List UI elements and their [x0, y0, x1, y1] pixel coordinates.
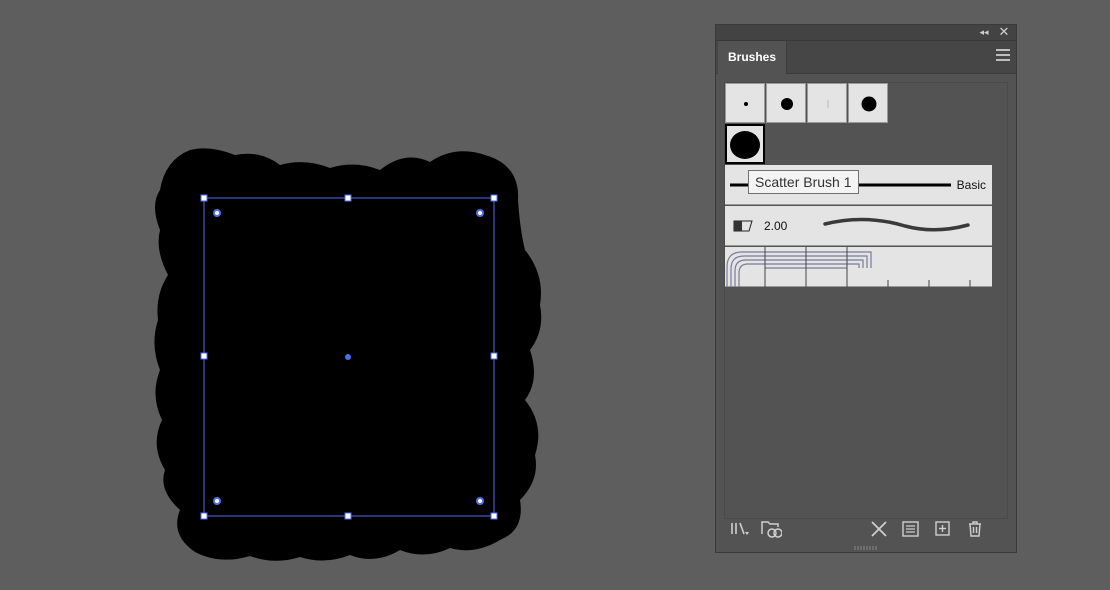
collapse-panel-icon[interactable]: ◂◂ — [976, 25, 992, 41]
art-brush-size: 2.00 — [764, 219, 788, 233]
corner-widget-bottom-left[interactable] — [213, 497, 221, 505]
creative-cloud-libraries-icon[interactable] — [760, 518, 782, 540]
brush-swatch-4[interactable] — [848, 83, 888, 123]
brush-row-pattern[interactable] — [725, 247, 992, 287]
tab-brushes[interactable]: Brushes — [718, 41, 787, 74]
scatter-brush-swatch[interactable] — [725, 124, 765, 164]
panel-footer — [716, 518, 1016, 552]
handle-bottom-center[interactable] — [344, 512, 352, 520]
handle-middle-left[interactable] — [200, 352, 208, 360]
close-panel-icon[interactable]: ✕ — [996, 25, 1012, 41]
brush-tip-dot-large — [861, 96, 877, 112]
handle-bottom-right[interactable] — [490, 512, 498, 520]
corner-widget-top-right[interactable] — [476, 209, 484, 217]
panel-menu-icon[interactable] — [996, 49, 1010, 63]
brush-swatch-2[interactable] — [766, 83, 806, 123]
pattern-brush-preview — [726, 251, 872, 287]
brush-list: Basic 2.00 — [724, 82, 1008, 519]
corner-widget-top-left[interactable] — [213, 209, 221, 217]
handle-bottom-left[interactable] — [200, 512, 208, 520]
brush-options-icon[interactable] — [900, 518, 922, 540]
corner-widget-bottom-right[interactable] — [476, 497, 484, 505]
art-stroke-preview — [823, 217, 970, 232]
brush-tip-dot-small — [744, 102, 748, 106]
brush-tip-dot-medium — [781, 98, 793, 110]
brush-name-tooltip: Scatter Brush 1 — [748, 170, 859, 194]
panel-resize-grip[interactable] — [854, 546, 878, 550]
handle-middle-right[interactable] — [490, 352, 498, 360]
brush-swatch-1[interactable] — [725, 83, 765, 123]
brushes-panel: ◂◂ ✕ Brushes Basic 2.00 — [715, 24, 1017, 553]
remove-brush-stroke-icon[interactable] — [868, 518, 890, 540]
panel-tabbar: Brushes — [716, 41, 1016, 74]
panel-titlebar[interactable]: ◂◂ ✕ — [716, 25, 1016, 41]
handle-top-center[interactable] — [344, 194, 352, 202]
handle-top-left[interactable] — [200, 194, 208, 202]
brush-libraries-menu-icon[interactable] — [728, 518, 750, 540]
brush-swatch-3[interactable] — [807, 83, 847, 123]
scatter-blob-preview — [730, 131, 760, 159]
brush-row-art[interactable]: 2.00 — [725, 206, 992, 246]
pencil-tip-icon — [733, 220, 753, 232]
basic-brush-label: Basic — [956, 178, 986, 192]
delete-brush-icon[interactable] — [964, 518, 986, 540]
new-brush-icon[interactable] — [932, 518, 954, 540]
center-point — [345, 354, 351, 360]
handle-top-right[interactable] — [490, 194, 498, 202]
